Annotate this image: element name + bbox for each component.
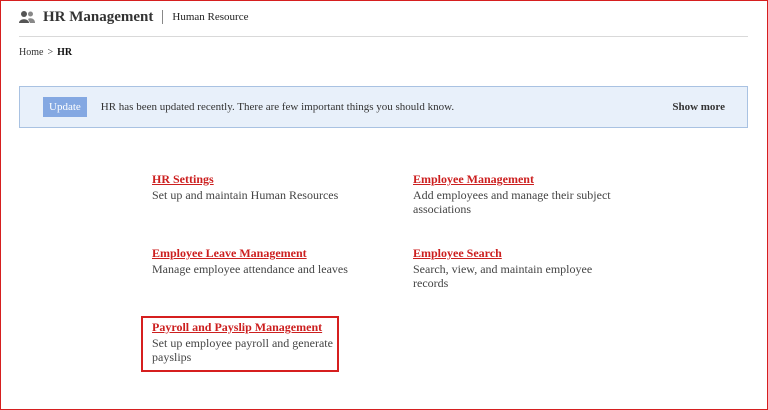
module-employee-search: Employee Search Search, view, and mainta… (413, 246, 628, 290)
employee-management-description: Add employees and manage their subject a… (413, 188, 611, 216)
module-payroll: Payroll and Payslip Management Set up em… (152, 320, 336, 364)
hr-settings-link[interactable]: HR Settings (152, 172, 352, 186)
hr-settings-description: Set up and maintain Human Resources (152, 188, 339, 202)
module-hr-settings: HR Settings Set up and maintain Human Re… (152, 172, 352, 202)
employee-management-link[interactable]: Employee Management (413, 172, 628, 186)
header-divider (162, 10, 164, 24)
breadcrumb-home[interactable]: Home (19, 47, 43, 58)
update-badge: Update (43, 97, 87, 117)
breadcrumb-current: HR (57, 47, 73, 58)
employee-search-description: Search, view, and maintain employee reco… (413, 262, 593, 290)
alert-message: HR has been updated recently. There are … (100, 101, 455, 113)
users-icon (19, 11, 35, 23)
show-more-link[interactable]: Show more (672, 101, 725, 113)
module-employee-management: Employee Management Add employees and ma… (413, 172, 628, 216)
payroll-description: Set up employee payroll and generate pay… (152, 336, 333, 364)
employee-leave-description: Manage employee attendance and leaves (152, 262, 348, 276)
header-divider-line (19, 36, 748, 37)
employee-search-link[interactable]: Employee Search (413, 246, 628, 260)
breadcrumb: Home > HR (19, 47, 72, 58)
payroll-link[interactable]: Payroll and Payslip Management (152, 320, 336, 334)
app-subtitle: Human Resource (172, 11, 249, 23)
module-employee-leave: Employee Leave Management Manage employe… (152, 246, 352, 276)
app-title: HR Management (43, 8, 154, 25)
breadcrumb-separator: > (47, 47, 54, 58)
page-frame (0, 0, 768, 410)
employee-leave-link[interactable]: Employee Leave Management (152, 246, 352, 260)
update-alert: Update HR has been updated recently. The… (19, 86, 748, 128)
app-header: HR Management Human Resource (19, 8, 248, 26)
